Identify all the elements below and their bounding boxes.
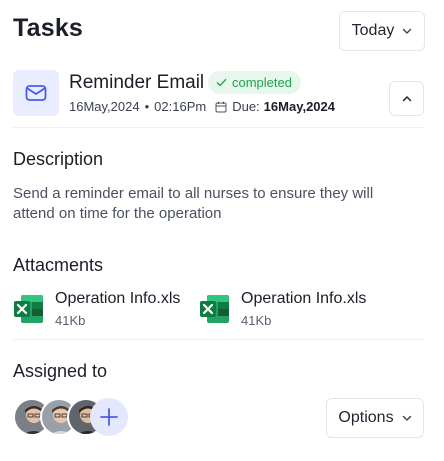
options-dropdown[interactable]: Options — [326, 398, 424, 438]
due-date: 16May,2024 — [263, 99, 335, 114]
status-label: completed — [232, 75, 292, 90]
date-filter-label: Today — [351, 22, 395, 39]
attachment-size: 41Kb — [55, 313, 86, 328]
attachment-name: Operation Info.xls — [241, 290, 367, 307]
chevron-down-icon — [402, 413, 412, 423]
plus-icon — [100, 408, 118, 426]
date-filter-dropdown[interactable]: Today — [339, 11, 425, 51]
divider — [13, 339, 424, 340]
task-detail-panel: Tasks Today Reminder Email completed 16M… — [0, 0, 444, 461]
task-time: 02:16Pm — [154, 99, 207, 114]
description-text: Send a reminder email to all nurses to e… — [13, 185, 374, 222]
divider — [13, 127, 424, 128]
excel-file-icon — [13, 293, 45, 325]
chevron-down-icon — [402, 26, 412, 36]
task-date: 16May,2024 — [69, 99, 140, 114]
attachment-item[interactable]: Operation Info.xls 41Kb — [199, 290, 366, 328]
bullet-separator: • — [144, 99, 150, 114]
task-meta: 16May,2024 • 02:16Pm Due: 16May,2024 — [69, 99, 335, 114]
attachment-name: Operation Info.xls — [55, 290, 181, 307]
collapse-button[interactable] — [389, 81, 424, 116]
task-name: Reminder Email — [69, 72, 205, 93]
assigned-heading: Assigned to — [13, 361, 108, 381]
attachment-item[interactable]: Operation Info.xls 41Kb — [13, 290, 180, 328]
options-label: Options — [338, 409, 394, 426]
excel-file-icon — [199, 293, 231, 325]
due-label: Due: — [232, 99, 260, 114]
add-assignee-button[interactable] — [90, 398, 128, 436]
chevron-up-icon — [402, 94, 412, 104]
calendar-icon — [215, 101, 227, 113]
description-heading: Description — [13, 149, 104, 169]
status-badge: completed — [208, 71, 301, 94]
attachment-size: 41Kb — [241, 313, 272, 328]
attachments-heading: Attacments — [13, 255, 104, 275]
mail-icon — [13, 70, 59, 116]
check-icon — [216, 78, 227, 87]
page-title: Tasks — [13, 14, 84, 42]
